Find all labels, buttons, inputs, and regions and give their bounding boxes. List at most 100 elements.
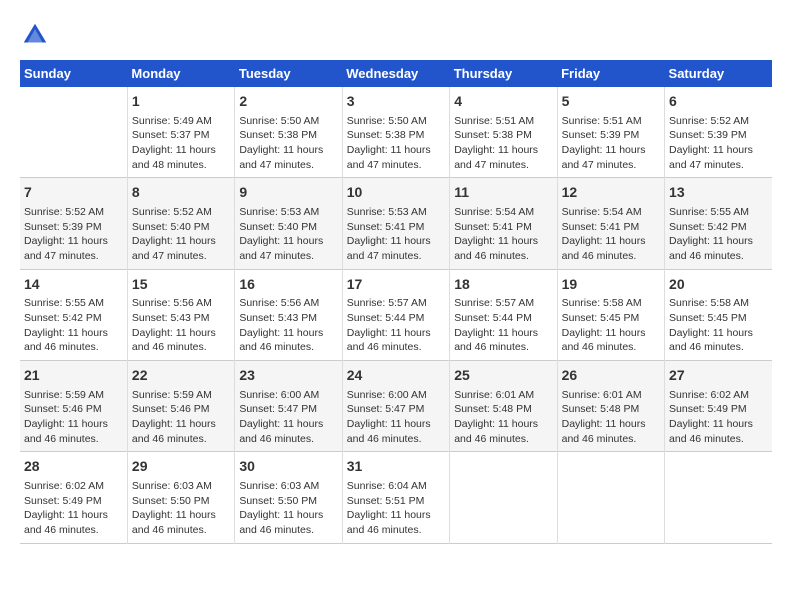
day-number: 10: [347, 183, 445, 203]
day-number: 6: [669, 92, 768, 112]
day-number: 26: [562, 366, 660, 386]
day-header: Thursday: [450, 60, 557, 87]
day-info: Sunrise: 5:52 AM Sunset: 5:40 PM Dayligh…: [132, 205, 230, 264]
calendar-cell: 7Sunrise: 5:52 AM Sunset: 5:39 PM Daylig…: [20, 178, 127, 269]
calendar-cell: 11Sunrise: 5:54 AM Sunset: 5:41 PM Dayli…: [450, 178, 557, 269]
day-info: Sunrise: 5:58 AM Sunset: 5:45 PM Dayligh…: [669, 296, 768, 355]
calendar-cell: 18Sunrise: 5:57 AM Sunset: 5:44 PM Dayli…: [450, 269, 557, 360]
day-info: Sunrise: 6:00 AM Sunset: 5:47 PM Dayligh…: [347, 388, 445, 447]
day-info: Sunrise: 6:01 AM Sunset: 5:48 PM Dayligh…: [454, 388, 552, 447]
day-info: Sunrise: 5:56 AM Sunset: 5:43 PM Dayligh…: [132, 296, 230, 355]
day-info: Sunrise: 5:56 AM Sunset: 5:43 PM Dayligh…: [239, 296, 337, 355]
day-info: Sunrise: 6:02 AM Sunset: 5:49 PM Dayligh…: [669, 388, 768, 447]
day-number: 15: [132, 275, 230, 295]
day-number: 1: [132, 92, 230, 112]
calendar-week-row: 1Sunrise: 5:49 AM Sunset: 5:37 PM Daylig…: [20, 87, 772, 178]
calendar-cell: 8Sunrise: 5:52 AM Sunset: 5:40 PM Daylig…: [127, 178, 234, 269]
day-info: Sunrise: 5:51 AM Sunset: 5:38 PM Dayligh…: [454, 114, 552, 173]
calendar-week-row: 7Sunrise: 5:52 AM Sunset: 5:39 PM Daylig…: [20, 178, 772, 269]
day-header: Friday: [557, 60, 664, 87]
calendar-cell: 22Sunrise: 5:59 AM Sunset: 5:46 PM Dayli…: [127, 361, 234, 452]
day-info: Sunrise: 5:59 AM Sunset: 5:46 PM Dayligh…: [132, 388, 230, 447]
calendar-cell: 15Sunrise: 5:56 AM Sunset: 5:43 PM Dayli…: [127, 269, 234, 360]
day-info: Sunrise: 5:51 AM Sunset: 5:39 PM Dayligh…: [562, 114, 660, 173]
day-info: Sunrise: 5:55 AM Sunset: 5:42 PM Dayligh…: [24, 296, 123, 355]
logo-icon: [20, 20, 50, 50]
calendar-cell: 2Sunrise: 5:50 AM Sunset: 5:38 PM Daylig…: [235, 87, 342, 178]
calendar-cell: [20, 87, 127, 178]
day-info: Sunrise: 5:58 AM Sunset: 5:45 PM Dayligh…: [562, 296, 660, 355]
day-number: 11: [454, 183, 552, 203]
day-header: Tuesday: [235, 60, 342, 87]
day-number: 28: [24, 457, 123, 477]
calendar-cell: 23Sunrise: 6:00 AM Sunset: 5:47 PM Dayli…: [235, 361, 342, 452]
calendar-cell: 1Sunrise: 5:49 AM Sunset: 5:37 PM Daylig…: [127, 87, 234, 178]
day-number: 19: [562, 275, 660, 295]
day-number: 29: [132, 457, 230, 477]
calendar-week-row: 28Sunrise: 6:02 AM Sunset: 5:49 PM Dayli…: [20, 452, 772, 543]
day-number: 14: [24, 275, 123, 295]
calendar-cell: [450, 452, 557, 543]
day-number: 18: [454, 275, 552, 295]
calendar-cell: 31Sunrise: 6:04 AM Sunset: 5:51 PM Dayli…: [342, 452, 449, 543]
day-number: 3: [347, 92, 445, 112]
calendar-cell: 16Sunrise: 5:56 AM Sunset: 5:43 PM Dayli…: [235, 269, 342, 360]
calendar-body: 1Sunrise: 5:49 AM Sunset: 5:37 PM Daylig…: [20, 87, 772, 543]
calendar-week-row: 14Sunrise: 5:55 AM Sunset: 5:42 PM Dayli…: [20, 269, 772, 360]
day-info: Sunrise: 6:03 AM Sunset: 5:50 PM Dayligh…: [132, 479, 230, 538]
day-info: Sunrise: 5:54 AM Sunset: 5:41 PM Dayligh…: [562, 205, 660, 264]
day-number: 5: [562, 92, 660, 112]
day-number: 12: [562, 183, 660, 203]
calendar-cell: 4Sunrise: 5:51 AM Sunset: 5:38 PM Daylig…: [450, 87, 557, 178]
day-info: Sunrise: 5:59 AM Sunset: 5:46 PM Dayligh…: [24, 388, 123, 447]
day-number: 8: [132, 183, 230, 203]
day-number: 9: [239, 183, 337, 203]
calendar-cell: 19Sunrise: 5:58 AM Sunset: 5:45 PM Dayli…: [557, 269, 664, 360]
day-info: Sunrise: 5:53 AM Sunset: 5:40 PM Dayligh…: [239, 205, 337, 264]
calendar-cell: 3Sunrise: 5:50 AM Sunset: 5:38 PM Daylig…: [342, 87, 449, 178]
day-info: Sunrise: 5:50 AM Sunset: 5:38 PM Dayligh…: [347, 114, 445, 173]
calendar-cell: 21Sunrise: 5:59 AM Sunset: 5:46 PM Dayli…: [20, 361, 127, 452]
day-number: 17: [347, 275, 445, 295]
day-info: Sunrise: 5:55 AM Sunset: 5:42 PM Dayligh…: [669, 205, 768, 264]
day-number: 2: [239, 92, 337, 112]
calendar-cell: 13Sunrise: 5:55 AM Sunset: 5:42 PM Dayli…: [665, 178, 772, 269]
day-info: Sunrise: 5:52 AM Sunset: 5:39 PM Dayligh…: [669, 114, 768, 173]
calendar-cell: 24Sunrise: 6:00 AM Sunset: 5:47 PM Dayli…: [342, 361, 449, 452]
day-header: Monday: [127, 60, 234, 87]
day-number: 24: [347, 366, 445, 386]
day-info: Sunrise: 5:57 AM Sunset: 5:44 PM Dayligh…: [347, 296, 445, 355]
calendar-cell: [665, 452, 772, 543]
day-info: Sunrise: 6:01 AM Sunset: 5:48 PM Dayligh…: [562, 388, 660, 447]
calendar-cell: 14Sunrise: 5:55 AM Sunset: 5:42 PM Dayli…: [20, 269, 127, 360]
calendar-cell: 12Sunrise: 5:54 AM Sunset: 5:41 PM Dayli…: [557, 178, 664, 269]
day-number: 16: [239, 275, 337, 295]
calendar-week-row: 21Sunrise: 5:59 AM Sunset: 5:46 PM Dayli…: [20, 361, 772, 452]
day-number: 23: [239, 366, 337, 386]
day-number: 7: [24, 183, 123, 203]
calendar-cell: 17Sunrise: 5:57 AM Sunset: 5:44 PM Dayli…: [342, 269, 449, 360]
day-info: Sunrise: 5:49 AM Sunset: 5:37 PM Dayligh…: [132, 114, 230, 173]
day-header: Wednesday: [342, 60, 449, 87]
day-number: 13: [669, 183, 768, 203]
day-number: 22: [132, 366, 230, 386]
calendar-cell: 25Sunrise: 6:01 AM Sunset: 5:48 PM Dayli…: [450, 361, 557, 452]
day-header: Sunday: [20, 60, 127, 87]
calendar-cell: 29Sunrise: 6:03 AM Sunset: 5:50 PM Dayli…: [127, 452, 234, 543]
day-header: Saturday: [665, 60, 772, 87]
calendar-cell: 26Sunrise: 6:01 AM Sunset: 5:48 PM Dayli…: [557, 361, 664, 452]
calendar-cell: 27Sunrise: 6:02 AM Sunset: 5:49 PM Dayli…: [665, 361, 772, 452]
day-number: 27: [669, 366, 768, 386]
calendar-cell: 10Sunrise: 5:53 AM Sunset: 5:41 PM Dayli…: [342, 178, 449, 269]
calendar-cell: [557, 452, 664, 543]
day-number: 21: [24, 366, 123, 386]
day-info: Sunrise: 5:53 AM Sunset: 5:41 PM Dayligh…: [347, 205, 445, 264]
calendar-header: SundayMondayTuesdayWednesdayThursdayFrid…: [20, 60, 772, 87]
day-info: Sunrise: 5:52 AM Sunset: 5:39 PM Dayligh…: [24, 205, 123, 264]
calendar-cell: 20Sunrise: 5:58 AM Sunset: 5:45 PM Dayli…: [665, 269, 772, 360]
day-info: Sunrise: 6:04 AM Sunset: 5:51 PM Dayligh…: [347, 479, 445, 538]
day-info: Sunrise: 6:00 AM Sunset: 5:47 PM Dayligh…: [239, 388, 337, 447]
calendar-cell: 28Sunrise: 6:02 AM Sunset: 5:49 PM Dayli…: [20, 452, 127, 543]
day-info: Sunrise: 6:03 AM Sunset: 5:50 PM Dayligh…: [239, 479, 337, 538]
calendar-table: SundayMondayTuesdayWednesdayThursdayFrid…: [20, 60, 772, 544]
